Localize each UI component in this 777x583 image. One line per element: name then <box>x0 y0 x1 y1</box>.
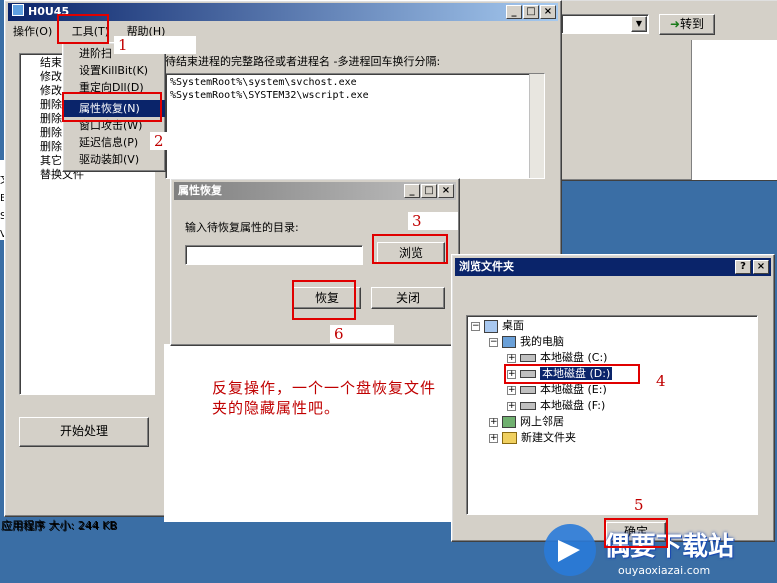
goto-label: 转到 <box>680 17 705 31</box>
maximize-button[interactable]: □ <box>523 5 539 19</box>
highlight-restore <box>292 280 356 320</box>
attr-maximize-button[interactable]: □ <box>421 184 437 198</box>
menu-item-killbit[interactable]: 设置KillBit(K) <box>63 62 165 79</box>
expand-icon[interactable]: + <box>489 417 498 427</box>
expand-icon[interactable]: + <box>507 385 516 395</box>
step-3-label: 3 <box>408 212 458 230</box>
step-4-label: 4 <box>656 372 666 390</box>
address-dropdown-button[interactable]: ▼ <box>631 16 647 32</box>
browse-titlebar: 浏览文件夹 ? × <box>455 258 771 276</box>
step-6-label: 6 <box>330 325 394 343</box>
expand-icon[interactable]: + <box>507 401 516 411</box>
desktop-icon <box>484 319 498 333</box>
attr-minimize-button[interactable]: _ <box>404 184 420 198</box>
goto-button[interactable]: ➜转到 <box>659 14 715 35</box>
browse-close-button[interactable]: × <box>753 260 769 274</box>
step-5-label: 5 <box>630 496 694 514</box>
browse-folder-dialog: 浏览文件夹 ? × − 桌面 − 我的电脑 + 本地磁盘 (C:) + 本地磁盘 (D:… <box>451 254 775 542</box>
browse-title: 浏览文件夹 <box>459 260 514 273</box>
attr-title: 属性恢复 <box>178 184 222 197</box>
highlight-drive-d <box>504 364 640 384</box>
main-status-text: 应用程序 大小: 244 KB <box>2 520 118 533</box>
tree-drive-e[interactable]: + 本地磁盘 (E:) <box>507 382 607 398</box>
tree-drive-f[interactable]: + 本地磁盘 (F:) <box>507 398 605 414</box>
folder-icon <box>502 432 517 444</box>
attr-prompt: 输入待恢复属性的目录: <box>185 221 299 234</box>
process-textarea[interactable]: %SystemRoot%\system\svchost.exe %SystemR… <box>165 73 545 179</box>
minimize-button[interactable]: _ <box>506 5 522 19</box>
annotation-text: 反复操作，一个一个盘恢复文件夹的隐藏属性吧。 <box>212 379 437 417</box>
collapse-icon[interactable]: − <box>489 337 498 347</box>
watermark-url: ouyaoxiazai.com <box>618 564 711 577</box>
tree-network[interactable]: + 网上邻居 <box>489 414 564 430</box>
network-icon <box>502 416 516 428</box>
expand-icon[interactable]: + <box>507 353 516 363</box>
goto-arrow-icon: ➜ <box>669 17 681 31</box>
watermark-logo <box>544 524 596 576</box>
app-shield-icon <box>12 4 24 16</box>
highlight-attr-restore <box>62 92 162 122</box>
tree-my-computer[interactable]: − 我的电脑 <box>489 334 564 350</box>
instructions-label: 待结束进程的完整路径或者进程名 -多进程回车换行分隔: <box>165 55 441 68</box>
browse-help-button[interactable]: ? <box>735 260 751 274</box>
close-button[interactable]: × <box>540 5 556 19</box>
step-1-label: 1 <box>114 36 196 54</box>
expand-icon[interactable]: + <box>489 433 498 443</box>
highlight-browse <box>372 234 448 264</box>
explorer-content <box>691 40 777 180</box>
drive-icon <box>520 402 536 410</box>
tree-new-folder[interactable]: + 新建文件夹 <box>489 430 576 446</box>
attr-path-input[interactable] <box>185 245 363 265</box>
highlight-tools-menu <box>57 14 109 44</box>
attr-titlebar: 属性恢复 _ □ × <box>174 182 456 200</box>
attr-close-dialog-button[interactable]: 关闭 <box>371 287 445 309</box>
step-2-label: 2 <box>150 132 208 150</box>
annotation-area <box>164 344 452 522</box>
tree-desktop[interactable]: − 桌面 <box>471 318 524 334</box>
highlight-ok <box>604 518 668 548</box>
menu-item-driver[interactable]: 驱动装卸(V) <box>63 151 165 168</box>
collapse-icon[interactable]: − <box>471 321 480 331</box>
start-process-button[interactable]: 开始处理 <box>19 417 149 447</box>
drive-icon <box>520 386 536 394</box>
textarea-scrollbar[interactable] <box>529 74 544 178</box>
process-line: %SystemRoot%\SYSTEM32\wscript.exe <box>170 90 369 101</box>
process-line: %SystemRoot%\system\svchost.exe <box>170 77 357 88</box>
drive-icon <box>520 354 536 362</box>
computer-icon <box>502 336 516 348</box>
attr-close-button[interactable]: × <box>438 184 454 198</box>
menu-operate[interactable]: 操作(O) <box>9 25 56 38</box>
folder-tree[interactable]: − 桌面 − 我的电脑 + 本地磁盘 (C:) + 本地磁盘 (D:) + 本地磁盘 (E… <box>466 315 758 515</box>
explorer-window: ▼ ➜转到 <box>540 0 777 181</box>
